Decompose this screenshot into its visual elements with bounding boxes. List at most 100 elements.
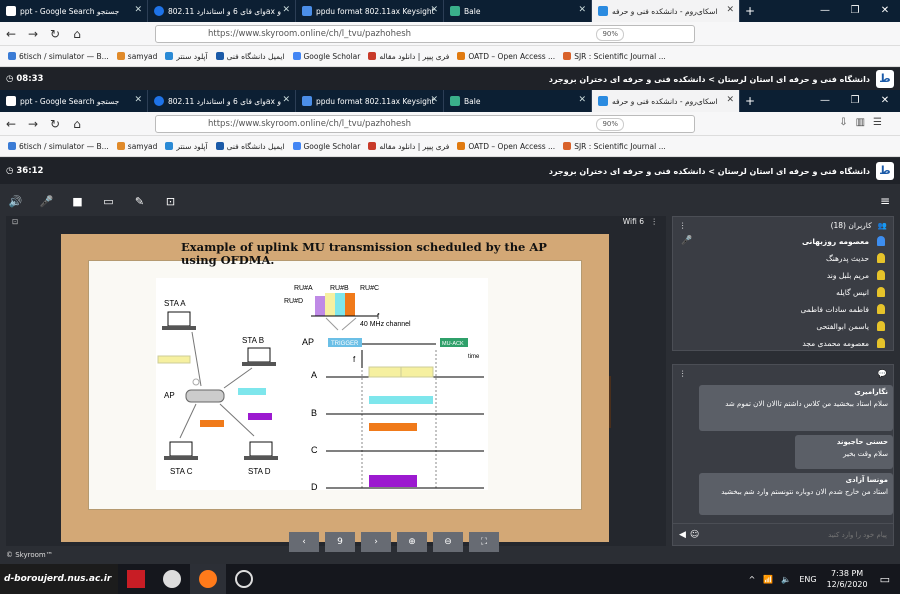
more-icon[interactable]: ⋮ (679, 221, 687, 230)
bookmark[interactable]: فری پیپر | دانلود مقاله (368, 142, 449, 151)
presentation-icon[interactable]: ⊡ (155, 195, 186, 208)
send-icon[interactable]: ◀ (679, 530, 686, 540)
close-icon[interactable]: ✕ (134, 5, 142, 15)
tab-skyroom[interactable]: اسکای‌روم - دانشکده فنی و حرفه ✕ (592, 90, 740, 112)
slide-title: Example of uplink MU transmission schedu… (181, 240, 547, 267)
timer: ◷ 08:33 (6, 74, 44, 84)
bookmarks-bar: 6tisch / simulator — B... samyad آپلود س… (0, 136, 900, 157)
svg-text:MU-ACK: MU-ACK (442, 341, 464, 347)
bookmark[interactable]: آپلود سنتر (165, 52, 208, 61)
tab-google[interactable]: ppt - Google Search جستجو ✕ (0, 0, 148, 22)
volume-icon[interactable]: 🔈 (781, 575, 791, 584)
close-window-button[interactable]: ✕ (870, 90, 900, 112)
maximize-button[interactable]: ❐ (840, 90, 870, 112)
chevron-up-icon[interactable]: ^ (749, 575, 756, 584)
brush-icon[interactable]: ✎ (124, 195, 155, 208)
close-icon[interactable]: ✕ (430, 95, 438, 105)
app-icon[interactable] (154, 564, 190, 594)
more-icon[interactable]: ⋮ (651, 217, 659, 226)
bookmark[interactable]: آپلود سنتر (165, 142, 208, 151)
notifications-icon[interactable]: ▭ (880, 573, 890, 586)
screen-share-icon[interactable]: ▭ (93, 195, 124, 208)
forward-button[interactable]: → (22, 117, 44, 131)
tab-skyroom[interactable]: اسکای‌روم - دانشکده فنی و حرفه ✕ (592, 0, 740, 22)
bookmark[interactable]: 6tisch / simulator — B... (8, 52, 109, 61)
bookmark[interactable]: ایمیل دانشگاه فنی (215, 52, 285, 61)
tab-bale[interactable]: Bale ✕ (444, 90, 592, 112)
user-item[interactable]: انیس گایله (673, 284, 893, 301)
menu-icon[interactable]: ≡ (880, 194, 890, 208)
close-icon[interactable]: ✕ (282, 95, 290, 105)
page-icon (302, 96, 312, 106)
tab-keysight[interactable]: ppdu format 802.11ax Keysight ✕ (296, 90, 444, 112)
url-bar[interactable]: https://www.skyroom.online/ch/l_tvu/pazh… (155, 25, 695, 43)
url-bar[interactable]: https://www.skyroom.online/ch/l_tvu/pazh… (155, 115, 695, 133)
tab-wifi6[interactable]: وای فای 6 و استاندارد 802.11ax و ✕ (148, 0, 296, 22)
bookmark[interactable]: ایمیل دانشگاه فنی (215, 142, 285, 151)
bookmark[interactable]: OATD – Open Access ... (457, 52, 555, 61)
new-tab-button[interactable]: + (740, 90, 760, 112)
reload-button[interactable]: ↻ (44, 117, 66, 131)
emoji-icon[interactable]: ☺ (690, 530, 699, 540)
close-icon[interactable]: ✕ (726, 5, 734, 15)
reload-button[interactable]: ↻ (44, 27, 66, 41)
chat-message: حسنی حاجیوند سلام وقت بخیر (795, 435, 893, 469)
minimize-button[interactable]: — (810, 0, 840, 22)
slide: Example of uplink MU transmission schedu… (61, 234, 609, 552)
tab-bale[interactable]: Bale ✕ (444, 0, 592, 22)
close-icon[interactable]: ✕ (282, 5, 290, 15)
svg-text:time: time (468, 354, 480, 360)
expand-icon[interactable]: ⊡ (12, 217, 18, 226)
svg-text:f: f (377, 312, 380, 321)
back-button[interactable]: ← (0, 117, 22, 131)
app-icon[interactable] (226, 564, 262, 594)
close-icon[interactable]: ✕ (578, 5, 586, 15)
user-item[interactable]: معصومه محمدی مجد (673, 335, 893, 352)
network-icon[interactable]: 📶 (763, 575, 773, 584)
bookmark[interactable]: OATD – Open Access ... (457, 142, 555, 151)
user-item[interactable]: مریم بلبل وند (673, 267, 893, 284)
bookmark[interactable]: 6tisch / simulator — B... (8, 142, 109, 151)
close-icon[interactable]: ✕ (430, 5, 438, 15)
clock[interactable]: 7:38 PM 12/6/2020 (827, 568, 868, 590)
chat-icon: 💬 (877, 368, 887, 378)
back-button[interactable]: ← (0, 27, 22, 41)
copyright: © Skyroom™ (6, 551, 53, 559)
app-icon[interactable] (118, 564, 154, 594)
browser-tools[interactable]: ⇩▥☰ (839, 117, 890, 128)
zoom-indicator[interactable]: 90% (596, 28, 624, 41)
forward-button[interactable]: → (22, 27, 44, 41)
home-button[interactable]: ⌂ (66, 27, 88, 41)
bookmark[interactable]: samyad (116, 52, 157, 61)
more-icon[interactable]: ⋮ (679, 369, 687, 378)
session-bar-top: ◷ 08:33 دانشگاه فنی و حرفه ای استان لرست… (0, 68, 900, 90)
bookmark[interactable]: SJR : Scientific Journal ... (563, 142, 666, 151)
close-icon[interactable]: ✕ (726, 95, 734, 105)
tab-keysight[interactable]: ppdu format 802.11ax Keysight ✕ (296, 0, 444, 22)
maximize-button[interactable]: ❐ (840, 0, 870, 22)
new-tab-button[interactable]: + (740, 0, 760, 22)
minimize-button[interactable]: — (810, 90, 840, 112)
chat-input[interactable] (737, 530, 887, 539)
bookmark[interactable]: Google Scholar (292, 52, 360, 61)
speaker-icon[interactable]: 🔊 (0, 195, 31, 208)
bookmark[interactable]: فری پیپر | دانلود مقاله (368, 52, 449, 61)
user-item[interactable]: 🎤 معصومه روزبهانی (673, 233, 893, 250)
firefox-icon[interactable] (190, 564, 226, 594)
zoom-indicator[interactable]: 90% (596, 118, 624, 131)
bookmark[interactable]: SJR : Scientific Journal ... (563, 52, 666, 61)
camera-icon[interactable]: ■ (62, 195, 93, 208)
language-indicator[interactable]: ENG (799, 575, 816, 584)
home-button[interactable]: ⌂ (66, 117, 88, 131)
user-item[interactable]: فاطمه سادات فاطمی (673, 301, 893, 318)
user-item[interactable]: یاسمن ابوالفتحی (673, 318, 893, 335)
close-icon[interactable]: ✕ (134, 95, 142, 105)
bookmark[interactable]: samyad (116, 142, 157, 151)
user-item[interactable]: حدیث پدرهنگ (673, 250, 893, 267)
tab-google[interactable]: ppt - Google Search جستجو ✕ (0, 90, 148, 112)
close-icon[interactable]: ✕ (578, 95, 586, 105)
close-window-button[interactable]: ✕ (870, 0, 900, 22)
tab-wifi6[interactable]: وای فای 6 و استاندارد 802.11ax و ✕ (148, 90, 296, 112)
microphone-icon[interactable]: 🎤 (31, 195, 62, 208)
bookmark[interactable]: Google Scholar (292, 142, 360, 151)
